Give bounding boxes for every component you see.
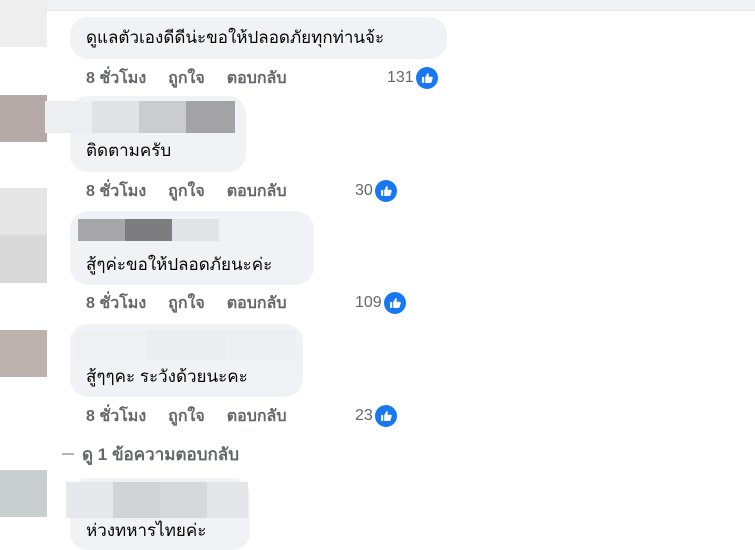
like-thumb-icon (374, 405, 397, 427)
like-button[interactable]: ถูกใจ (168, 291, 205, 316)
comment-actions: 8 ชั่วโมง ถูกใจ ตอบกลับ (86, 180, 287, 202)
comment-actions: 8 ชั่วโมง ถูกใจ ตอบกลับ (86, 292, 287, 314)
comment-text: ติดตามครับ (86, 141, 172, 160)
author-name-blurred[interactable] (76, 330, 296, 360)
like-button[interactable]: ถูกใจ (168, 66, 205, 91)
reply-button[interactable]: ตอบกลับ (227, 66, 287, 91)
reply-thread-line (62, 453, 74, 455)
reaction-count[interactable]: 23 (355, 404, 397, 428)
author-name-blurred[interactable] (45, 101, 235, 133)
like-button[interactable]: ถูกใจ (168, 179, 205, 204)
like-thumb-icon (383, 292, 406, 314)
avatar[interactable] (0, 0, 47, 47)
comment-time[interactable]: 8 ชั่วโมง (86, 404, 146, 429)
like-thumb-icon (374, 180, 397, 202)
comment-bubble: ห่วงทหารไทยค่ะ (66, 478, 250, 550)
comment-time[interactable]: 8 ชั่วโมง (86, 66, 146, 91)
view-replies-link[interactable]: ดู 1 ข้อความตอบกลับ (62, 443, 239, 465)
avatar[interactable] (0, 188, 47, 283)
reply-button[interactable]: ตอบกลับ (227, 404, 287, 429)
comment-time[interactable]: 8 ชั่วโมง (86, 179, 146, 204)
view-replies-label: ดู 1 ข้อความตอบกลับ (82, 444, 239, 464)
comment-bubble: ดูแลตัวเองดีดีน่ะขอให้ปลอดภัยทุกท่านจ้ะ (70, 17, 447, 59)
comment-bubble: สู้ๆค่ะขอให้ปลอดภัยนะค่ะ (70, 211, 314, 285)
comment-text: ดูแลตัวเองดีดีน่ะขอให้ปลอดภัยทุกท่านจ้ะ (86, 28, 385, 47)
reaction-count[interactable]: 109 (355, 291, 406, 315)
avatar[interactable] (0, 95, 47, 142)
comment-actions: 8 ชั่วโมง ถูกใจ ตอบกลับ (86, 405, 287, 427)
comment-text: สู้ๆๆคะ ระวังด้วยนะคะ (86, 367, 248, 386)
like-thumb-icon (415, 67, 438, 89)
comment-bubble: ติดตามครับ (45, 96, 246, 172)
author-name-blurred[interactable] (78, 219, 219, 241)
reply-button[interactable]: ตอบกลับ (227, 291, 287, 316)
comment-text: ห่วงทหารไทยค่ะ (86, 521, 207, 540)
reaction-count[interactable]: 30 (355, 179, 397, 203)
reaction-count[interactable]: 131 (387, 66, 438, 90)
reaction-number: 30 (355, 182, 373, 199)
comment-time[interactable]: 8 ชั่วโมง (86, 291, 146, 316)
avatar[interactable] (0, 470, 47, 550)
top-divider (0, 0, 755, 11)
like-button[interactable]: ถูกใจ (168, 404, 205, 429)
avatar[interactable] (0, 330, 47, 377)
comment-text: สู้ๆค่ะขอให้ปลอดภัยนะค่ะ (86, 255, 273, 274)
reaction-number: 131 (387, 69, 414, 86)
reply-button[interactable]: ตอบกลับ (227, 179, 287, 204)
reaction-number: 23 (355, 407, 373, 424)
comment-actions: 8 ชั่วโมง ถูกใจ ตอบกลับ (86, 67, 287, 89)
reaction-number: 109 (355, 294, 382, 311)
author-name-blurred[interactable] (66, 482, 248, 518)
comment-bubble: สู้ๆๆคะ ระวังด้วยนะคะ (70, 324, 303, 397)
